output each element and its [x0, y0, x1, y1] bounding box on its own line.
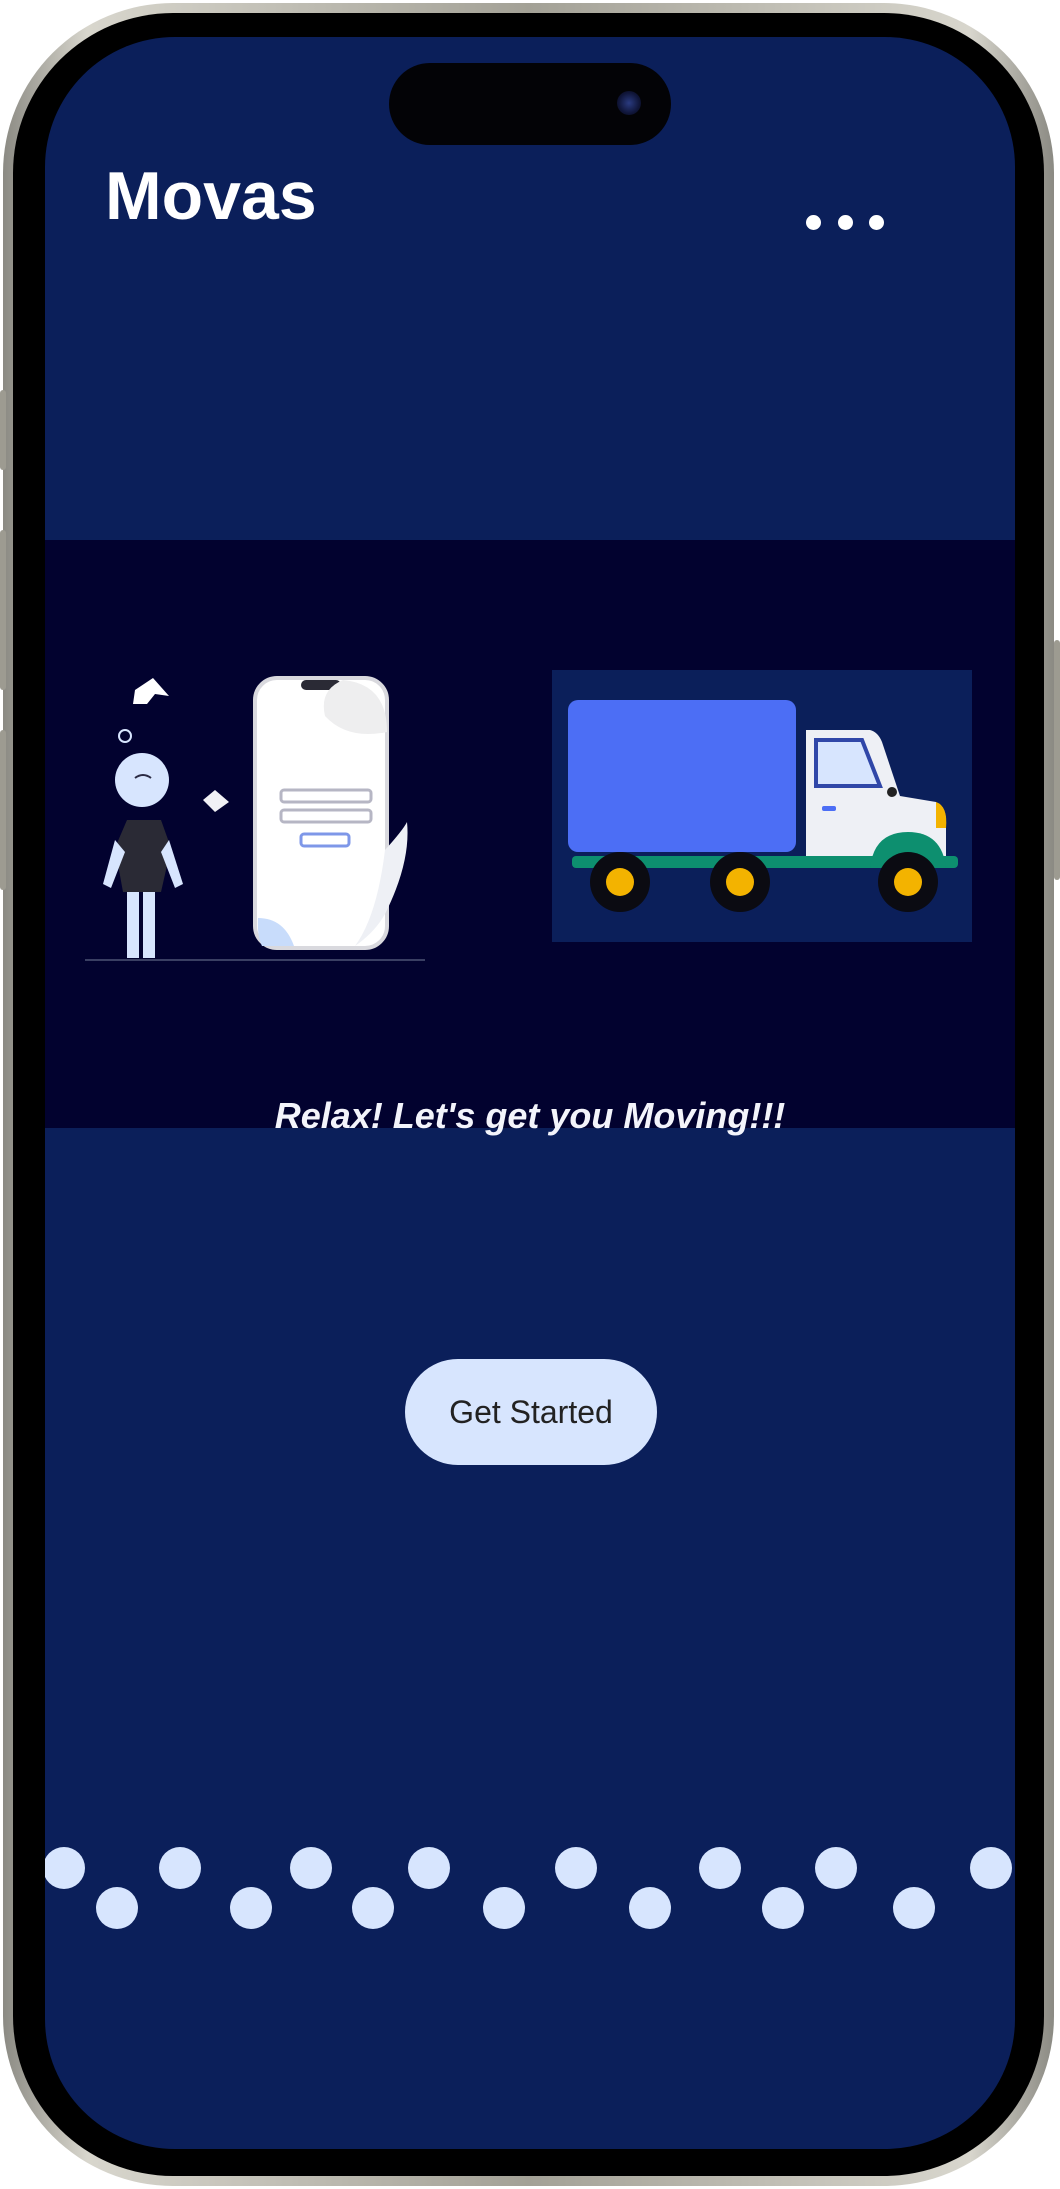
- dots-pattern: [45, 1847, 1015, 1947]
- decor-dot: [762, 1887, 804, 1929]
- decor-dot: [230, 1887, 272, 1929]
- decor-dot: [815, 1847, 857, 1889]
- decor-dot: [408, 1847, 450, 1889]
- side-button-power: [1054, 640, 1060, 880]
- decor-dot: [483, 1887, 525, 1929]
- app-screen: Movas Relax! Let's get you Moving!!! Get…: [45, 37, 1015, 2149]
- side-button-volume-down: [0, 730, 6, 890]
- side-button-volume-up: [0, 530, 6, 690]
- decor-dot: [629, 1887, 671, 1929]
- decor-dot: [893, 1887, 935, 1929]
- app-title: Movas: [105, 158, 317, 234]
- side-button-action: [0, 390, 6, 470]
- more-horizontal-icon-dot: [869, 214, 884, 230]
- more-menu-button[interactable]: [790, 197, 900, 247]
- hero-banner: Relax! Let's get you Moving!!!: [45, 540, 1015, 1136]
- get-started-button[interactable]: Get Started: [405, 1359, 657, 1465]
- decor-dot: [970, 1847, 1012, 1889]
- decor-dot: [699, 1847, 741, 1889]
- decor-dot: [352, 1887, 394, 1929]
- decor-dot: [290, 1847, 332, 1889]
- person-with-phone-illustration: [85, 676, 425, 961]
- decor-dot: [96, 1887, 138, 1929]
- front-camera-icon: [617, 91, 641, 115]
- decor-dot: [555, 1847, 597, 1889]
- more-horizontal-icon-dot: [837, 214, 853, 230]
- hero-tagline: Relax! Let's get you Moving!!!: [274, 1095, 786, 1136]
- decor-dot: [45, 1847, 85, 1889]
- delivery-truck-illustration: [552, 670, 972, 942]
- dynamic-island: [389, 63, 671, 145]
- more-horizontal-icon-dot: [806, 214, 821, 230]
- decor-dot: [159, 1847, 201, 1889]
